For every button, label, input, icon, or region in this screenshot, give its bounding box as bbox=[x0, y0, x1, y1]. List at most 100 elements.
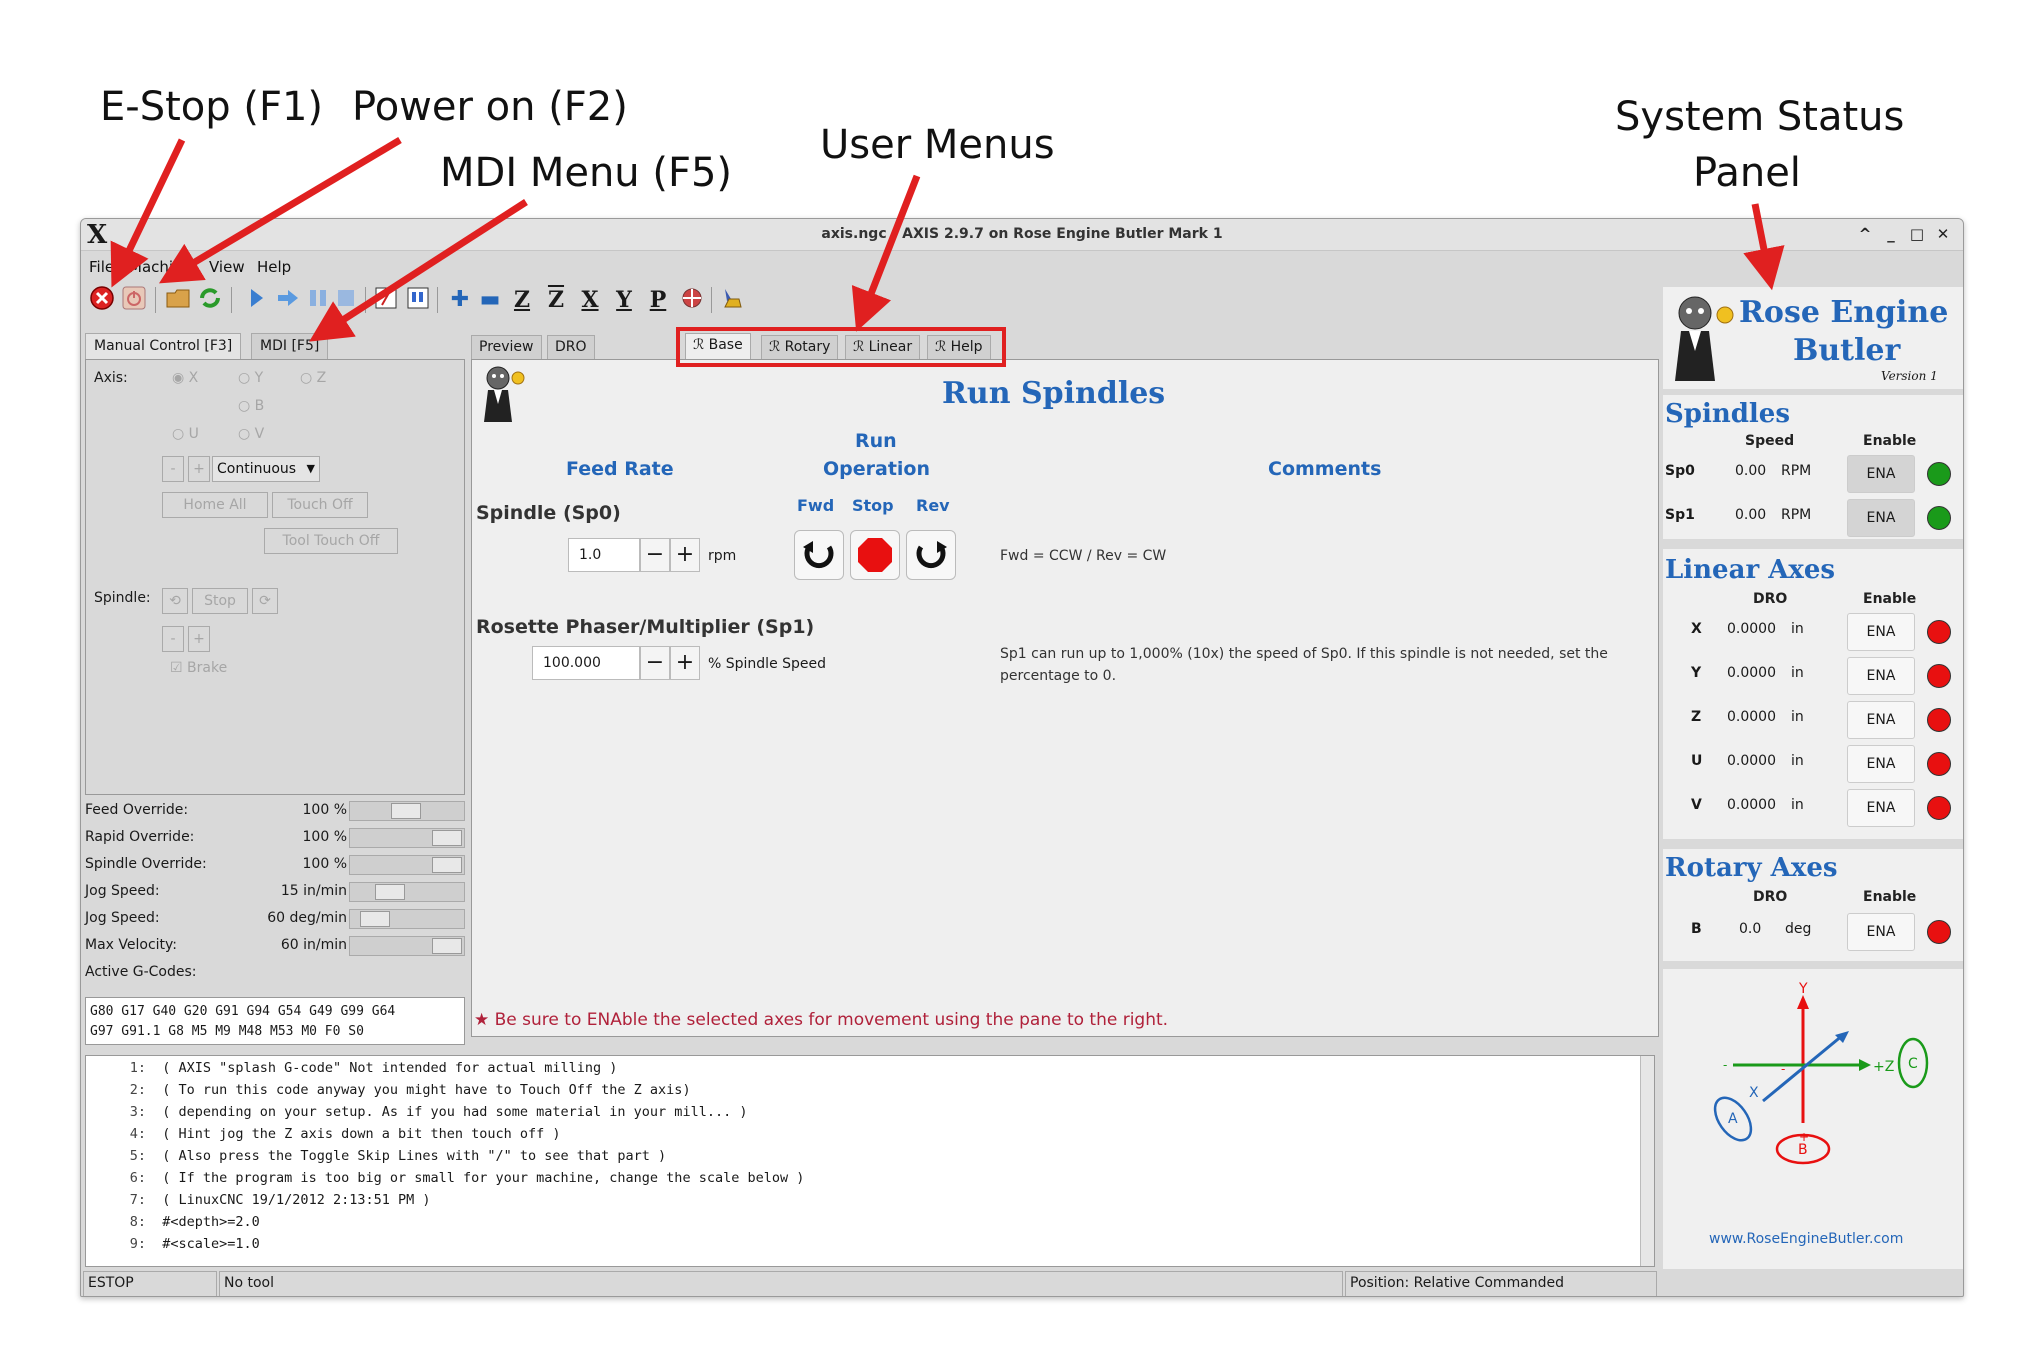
rotary-row-b: B 0.0 deg ENA bbox=[1663, 909, 1963, 953]
spindle-ccw-icon[interactable]: ⟲ bbox=[162, 588, 188, 614]
optional-stop-icon[interactable] bbox=[403, 285, 433, 315]
axis-enable-button[interactable]: ENA bbox=[1847, 913, 1915, 951]
spindle-stop-button[interactable]: Stop bbox=[192, 588, 248, 614]
view-y-icon[interactable]: Y bbox=[609, 285, 639, 315]
zoom-out-icon[interactable]: ▬ bbox=[475, 285, 505, 315]
tab-mdi[interactable]: MDI [F5] bbox=[251, 333, 329, 359]
override-row: Rapid Override: 100 % bbox=[85, 826, 465, 850]
tab-dro[interactable]: DRO bbox=[547, 335, 595, 359]
col-enable: Enable bbox=[1863, 433, 1917, 449]
open-file-icon[interactable] bbox=[163, 285, 193, 315]
spindle-enable-button[interactable]: ENA bbox=[1847, 455, 1915, 493]
clear-plot-icon[interactable] bbox=[717, 285, 747, 315]
power-icon[interactable] bbox=[119, 285, 149, 315]
axis-name: B bbox=[1691, 921, 1702, 937]
max-velocity-slider[interactable] bbox=[349, 936, 465, 956]
view-p-icon[interactable]: P bbox=[643, 285, 673, 315]
axis-radio-z[interactable]: ○ Z bbox=[300, 370, 326, 386]
jog-speed-slider[interactable] bbox=[349, 882, 465, 902]
block-delete-icon[interactable] bbox=[371, 285, 401, 315]
col-enable: Enable bbox=[1863, 889, 1917, 905]
brake-checkbox[interactable]: ☑ Brake bbox=[170, 660, 227, 676]
view-z2-icon[interactable]: Z bbox=[541, 285, 571, 315]
window-maximize-button[interactable]: □ bbox=[1907, 224, 1927, 244]
axis-enable-button[interactable]: ENA bbox=[1847, 701, 1915, 739]
menu-machine[interactable]: Machine bbox=[129, 258, 192, 276]
callout-user-menus: User Menus bbox=[820, 122, 1055, 168]
spindle-cw-icon[interactable]: ⟳ bbox=[252, 588, 278, 614]
axis-dro: 0.0000 bbox=[1727, 797, 1776, 813]
axis-enable-button[interactable]: ENA bbox=[1847, 613, 1915, 651]
sp1-plus-button[interactable]: + bbox=[670, 646, 700, 680]
menu-file[interactable]: File bbox=[89, 258, 114, 276]
slider-thumb[interactable] bbox=[375, 884, 405, 900]
spindle-status-led bbox=[1927, 462, 1951, 486]
spindle-override-slider[interactable] bbox=[349, 855, 465, 875]
window-close-button[interactable]: ✕ bbox=[1933, 224, 1953, 244]
window-minimize-button[interactable]: _ bbox=[1881, 224, 1901, 244]
spindle-plus-button[interactable]: + bbox=[188, 626, 210, 652]
axis-radio-u[interactable]: ○ U bbox=[172, 426, 199, 442]
slider-thumb[interactable] bbox=[360, 911, 390, 927]
menu-view[interactable]: View bbox=[209, 258, 245, 276]
spindle-enable-button[interactable]: ENA bbox=[1847, 499, 1915, 537]
estop-icon[interactable] bbox=[87, 285, 117, 315]
spindle-name: Sp0 bbox=[1665, 463, 1695, 479]
tool-touch-off-button[interactable]: Tool Touch Off bbox=[264, 528, 398, 554]
brand-header: Rose Engine Butler Version 1 bbox=[1663, 287, 1963, 389]
step-icon[interactable] bbox=[273, 285, 303, 315]
menu-help[interactable]: Help bbox=[257, 258, 291, 276]
sp0-minus-button[interactable]: − bbox=[640, 538, 670, 572]
feed-override-slider[interactable] bbox=[349, 801, 465, 821]
run-icon[interactable] bbox=[241, 285, 271, 315]
linear-row-x: X 0.0000 in ENA bbox=[1663, 609, 1963, 653]
tab-manual-control[interactable]: Manual Control [F3] bbox=[85, 333, 242, 359]
spindle-fwd-button[interactable] bbox=[794, 530, 844, 580]
axis-enable-button[interactable]: ENA bbox=[1847, 657, 1915, 695]
home-all-button[interactable]: Home All bbox=[162, 492, 268, 518]
angular-jog-speed-slider[interactable] bbox=[349, 909, 465, 929]
tab-preview[interactable]: Preview bbox=[471, 335, 542, 359]
override-row: Feed Override: 100 % bbox=[85, 799, 465, 823]
slider-thumb[interactable] bbox=[432, 857, 462, 873]
website-link[interactable]: www.RoseEngineButler.com bbox=[1709, 1231, 1903, 1247]
slider-thumb[interactable] bbox=[391, 803, 421, 819]
axis-radio-y[interactable]: ○ Y bbox=[238, 370, 263, 386]
slider-thumb[interactable] bbox=[432, 938, 462, 954]
sp0-plus-button[interactable]: + bbox=[670, 538, 700, 572]
rotate-view-icon[interactable] bbox=[677, 285, 707, 315]
sp0-feed-input[interactable]: 1.0 bbox=[568, 538, 640, 572]
view-z-icon[interactable]: Z bbox=[507, 285, 537, 315]
spindle-speed: 0.00 bbox=[1735, 463, 1767, 479]
gcode-listing[interactable]: 1: ( AXIS "splash G-code" Not intended f… bbox=[85, 1055, 1655, 1267]
spindle-rev-button[interactable] bbox=[906, 530, 956, 580]
sp1-minus-button[interactable]: − bbox=[640, 646, 670, 680]
override-value: 15 in/min bbox=[280, 883, 347, 899]
axis-radio-x[interactable]: ◉ X bbox=[172, 370, 198, 386]
rapid-override-slider[interactable] bbox=[349, 828, 465, 848]
sp1-feed-input[interactable]: 100.000 bbox=[532, 646, 640, 680]
jog-minus-button[interactable]: - bbox=[162, 456, 184, 482]
touch-off-button[interactable]: Touch Off bbox=[272, 492, 368, 518]
axis-enable-button[interactable]: ENA bbox=[1847, 789, 1915, 827]
title-bar: X axis.ngc - AXIS 2.9.7 on Rose Engine B… bbox=[81, 219, 1963, 251]
spindle-stop-button-red[interactable] bbox=[850, 530, 900, 580]
active-gcodes-box: G80 G17 G40 G20 G91 G94 G54 G49 G99 G64 … bbox=[85, 997, 465, 1045]
jog-mode-select[interactable]: Continuous ▼ bbox=[212, 456, 320, 482]
console-scrollbar[interactable] bbox=[1640, 1056, 1654, 1266]
window-shade-button[interactable]: ^ bbox=[1855, 224, 1875, 244]
override-value: 60 deg/min bbox=[267, 910, 347, 926]
reload-icon[interactable] bbox=[195, 285, 225, 315]
axis-enable-button[interactable]: ENA bbox=[1847, 745, 1915, 783]
axis-unit: in bbox=[1791, 753, 1804, 769]
slider-thumb[interactable] bbox=[432, 830, 462, 846]
view-x-icon[interactable]: X bbox=[575, 285, 605, 315]
stop-icon[interactable] bbox=[331, 285, 361, 315]
jog-plus-button[interactable]: + bbox=[188, 456, 210, 482]
spindle-minus-button[interactable]: - bbox=[162, 626, 184, 652]
zoom-in-icon[interactable]: ✚ bbox=[445, 285, 475, 315]
col-comments: Comments bbox=[1268, 458, 1382, 480]
axis-radio-v[interactable]: ○ V bbox=[238, 426, 264, 442]
pause-icon[interactable] bbox=[303, 285, 333, 315]
axis-radio-b[interactable]: ○ B bbox=[238, 398, 264, 414]
